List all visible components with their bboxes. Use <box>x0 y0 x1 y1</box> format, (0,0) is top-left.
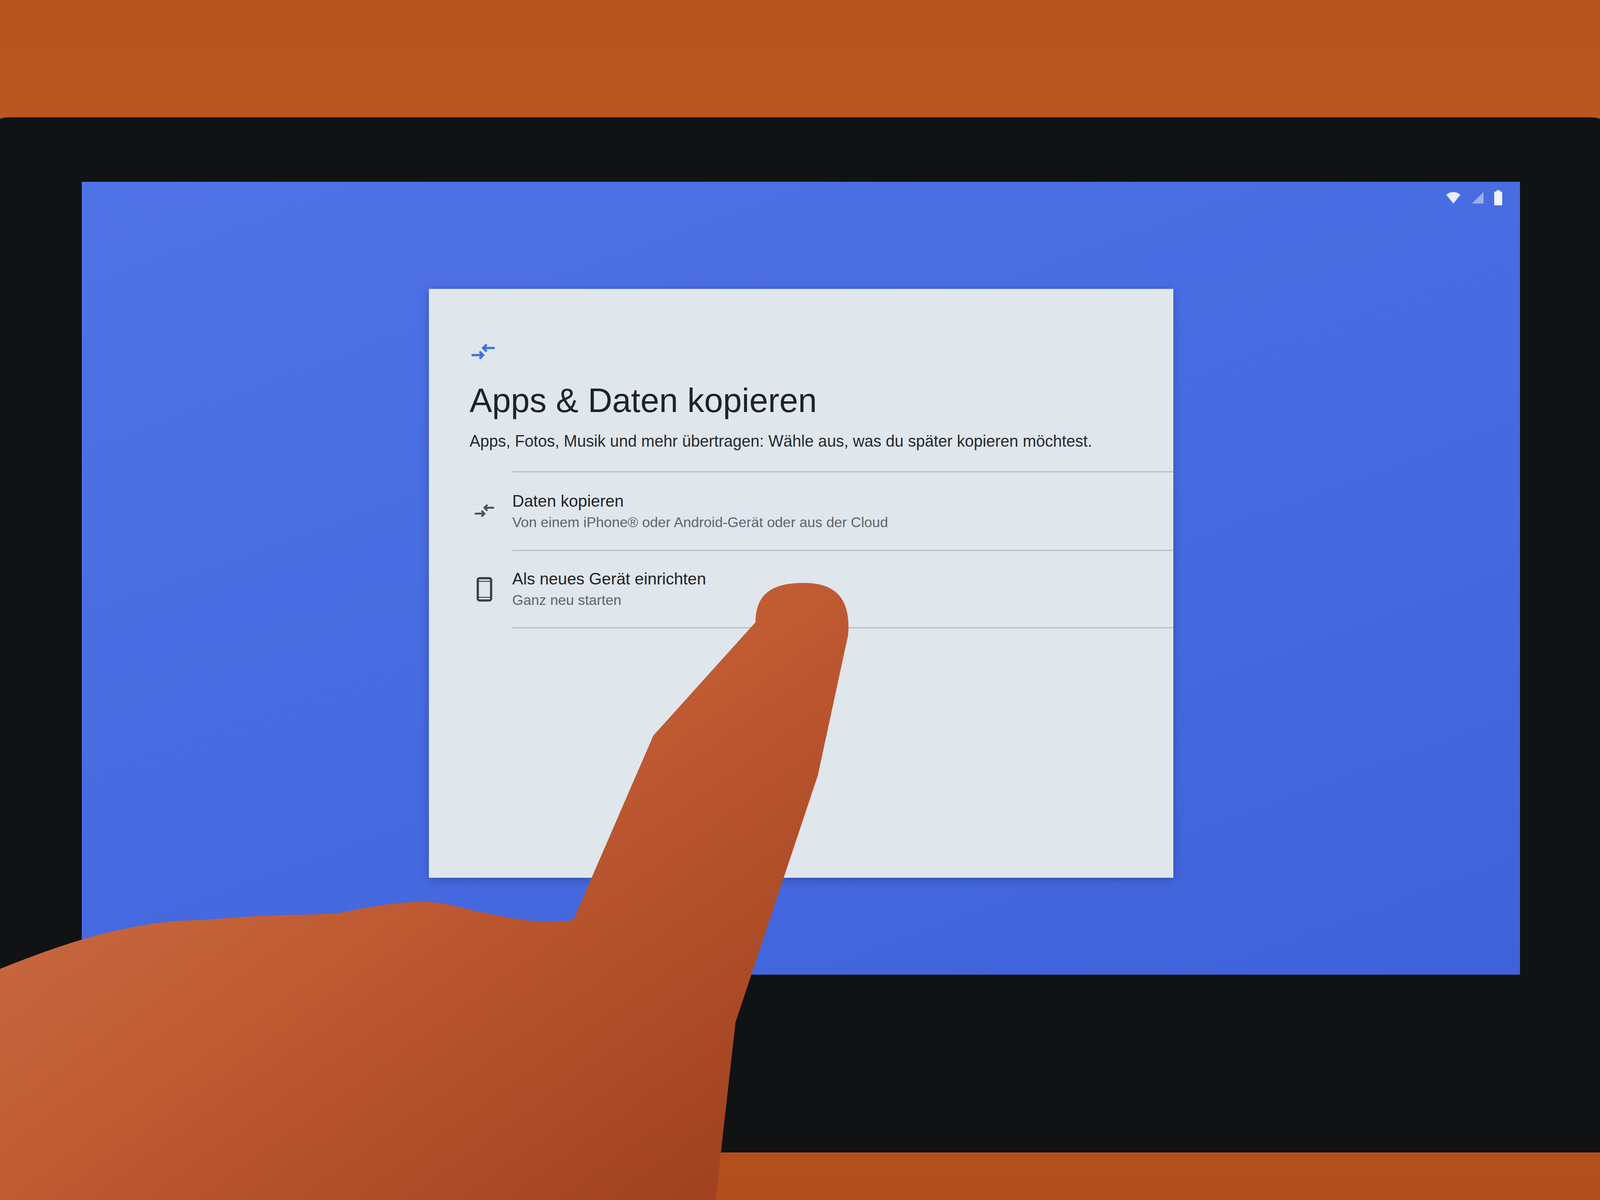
signal-icon <box>1471 191 1485 205</box>
option-title: Als neues Gerät einrichten <box>512 569 1174 589</box>
option-list: Daten kopieren Von einem iPhone® oder And… <box>428 471 1174 629</box>
description: Apps, Fotos, Musik und mehr übertragen: … <box>469 429 1128 454</box>
setup-card: Apps & Daten kopieren Apps, Fotos, Musik… <box>428 288 1174 878</box>
tablet: Apps & Daten kopieren Apps, Fotos, Musik… <box>0 117 1600 1153</box>
transfer-icon <box>469 340 497 364</box>
transfer-icon <box>473 500 496 521</box>
wifi-icon <box>1445 191 1462 205</box>
phone-icon <box>476 576 493 602</box>
status-bar <box>99 188 1503 207</box>
option-row[interactable]: Daten kopieren Von einem iPhone® oder And… <box>428 471 1174 550</box>
screen: Apps & Daten kopieren Apps, Fotos, Musik… <box>81 181 1520 975</box>
option-row[interactable]: Als neues Gerät einrichten Ganz neu start… <box>428 549 1174 629</box>
option-icon-box <box>428 500 513 521</box>
finger <box>0 0 1600 1200</box>
option-text: Daten kopieren Von einem iPhone® oder And… <box>512 471 1174 550</box>
option-text: Als neues Gerät einrichten Ganz neu start… <box>512 549 1174 629</box>
option-subtitle: Ganz neu starten <box>512 592 1174 609</box>
title: Apps & Daten kopieren <box>469 380 1133 420</box>
battery-icon <box>1494 190 1503 206</box>
option-icon-box <box>428 576 513 602</box>
option-subtitle: Von einem iPhone® oder Android-Gerät ode… <box>512 514 1174 531</box>
option-title: Daten kopieren <box>512 492 1174 511</box>
